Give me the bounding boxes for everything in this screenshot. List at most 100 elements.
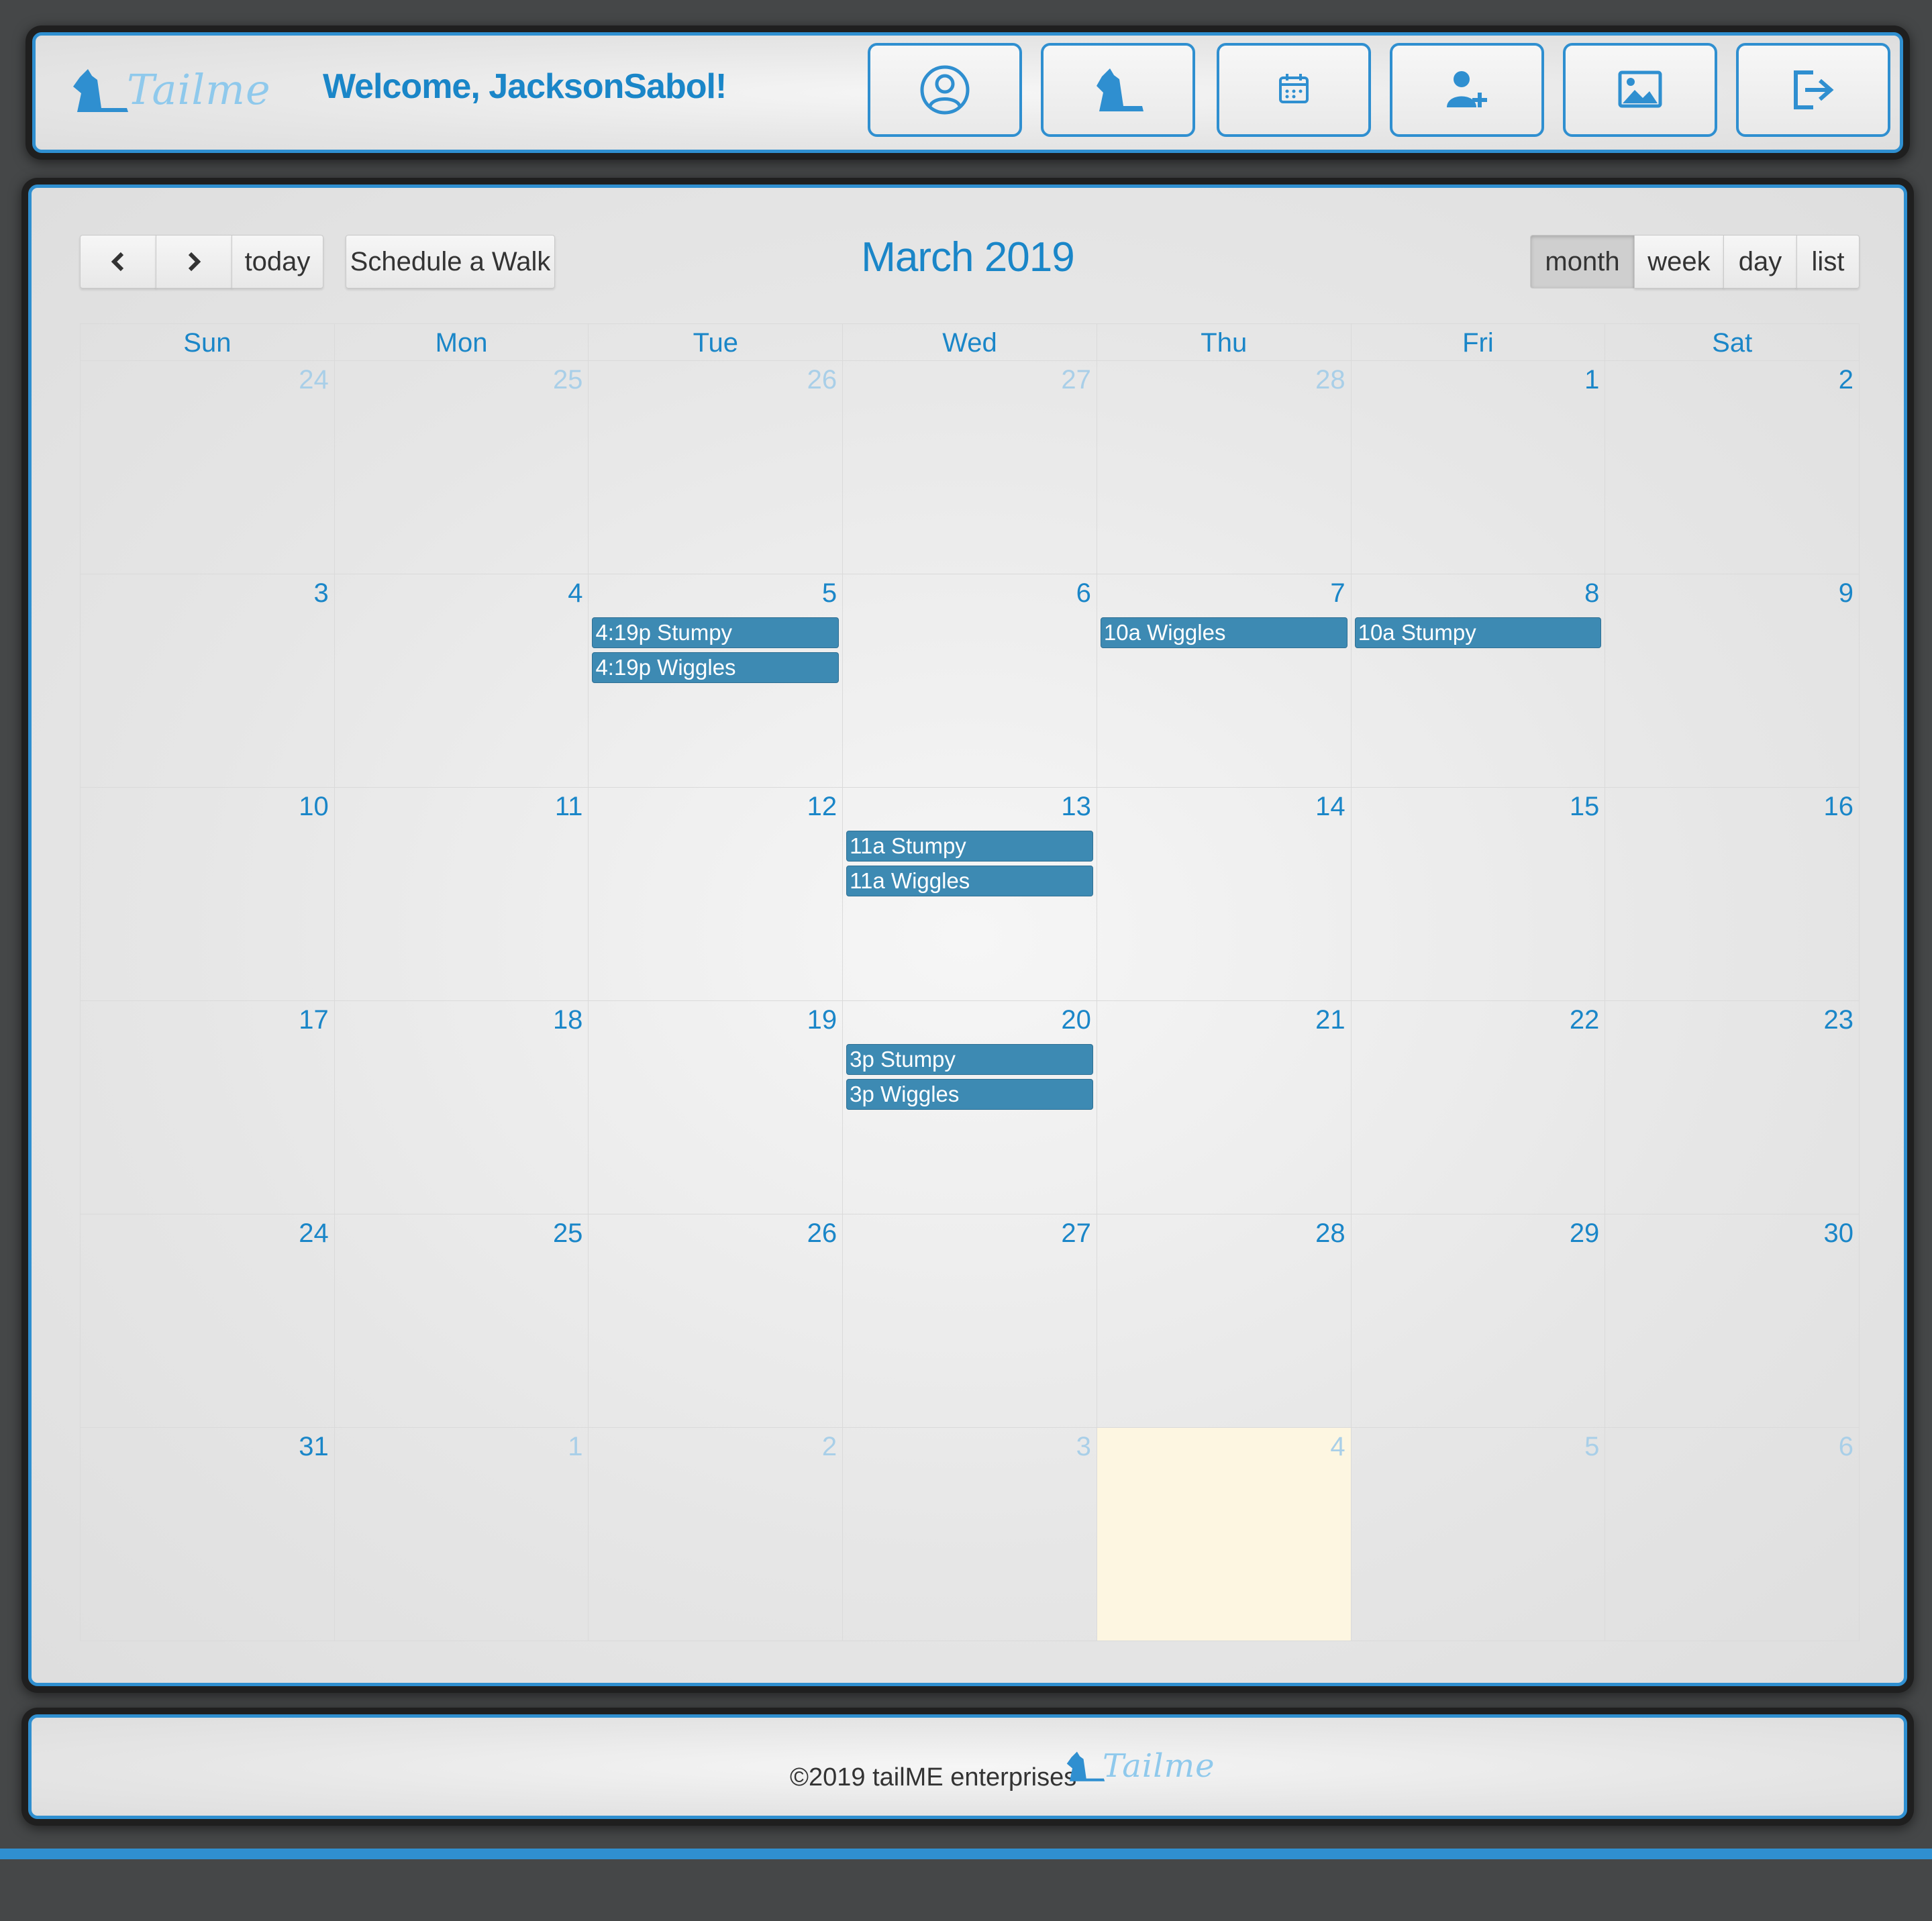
day-number[interactable]: 14 [1315,792,1345,822]
day-number[interactable]: 25 [553,1218,583,1249]
day-cell[interactable]: 28 [1097,361,1352,574]
walk-event[interactable]: 4:19p Wiggles [592,652,840,683]
day-cell[interactable]: 26 [589,361,844,574]
day-cell[interactable]: 21 [1097,1001,1352,1214]
view-week-button[interactable]: week [1634,235,1724,289]
day-cell[interactable]: 5 4:19p Stumpy 4:19p Wiggles [589,574,844,787]
day-cell[interactable]: 28 [1097,1214,1352,1427]
day-cell[interactable]: 27 [843,361,1097,574]
day-number[interactable]: 21 [1315,1005,1345,1035]
day-number[interactable]: 5 [822,578,837,609]
tailme-logo[interactable]: Tailme [70,65,271,114]
day-number[interactable]: 9 [1839,578,1853,609]
day-number[interactable]: 5 [1584,1432,1599,1462]
day-cell[interactable]: 2 [1605,361,1860,574]
day-number[interactable]: 24 [299,1218,329,1249]
day-number[interactable]: 1 [1584,365,1599,395]
view-month-button[interactable]: month [1530,235,1635,289]
walk-event[interactable]: 4:19p Stumpy [592,617,840,648]
calendar-button[interactable] [1217,43,1371,137]
day-number[interactable]: 3 [313,578,328,609]
schedule-walk-button[interactable]: Schedule a Walk [346,235,555,289]
day-cell[interactable]: 10 [81,788,335,1000]
day-number[interactable]: 27 [1061,365,1091,395]
day-number[interactable]: 26 [807,365,837,395]
walk-event[interactable]: 11a Wiggles [846,866,1093,896]
day-number[interactable]: 10 [299,792,329,822]
day-number[interactable]: 17 [299,1005,329,1035]
walk-event[interactable]: 3p Wiggles [846,1079,1093,1110]
day-cell[interactable]: 6 [1605,1428,1860,1641]
day-cell[interactable]: 6 [843,574,1097,787]
day-cell[interactable]: 19 [589,1001,844,1214]
day-cell[interactable]: 30 [1605,1214,1860,1427]
day-number[interactable]: 20 [1061,1005,1091,1035]
day-cell[interactable]: 4 [335,574,589,787]
view-day-button[interactable]: day [1723,235,1797,289]
day-number[interactable]: 4 [568,578,582,609]
day-cell[interactable]: 27 [843,1214,1097,1427]
day-cell[interactable]: 24 [81,1214,335,1427]
day-cell[interactable]: 17 [81,1001,335,1214]
day-number[interactable]: 7 [1330,578,1345,609]
walk-event[interactable]: 10a Stumpy [1354,617,1602,648]
day-number[interactable]: 22 [1570,1005,1600,1035]
day-number[interactable]: 12 [807,792,837,822]
day-number[interactable]: 2 [1839,365,1853,395]
day-cell[interactable]: 18 [335,1001,589,1214]
day-number[interactable]: 28 [1315,1218,1345,1249]
today-button[interactable]: today [232,235,323,289]
day-cell[interactable]: 14 [1097,788,1352,1000]
day-number[interactable]: 2 [822,1432,837,1462]
day-number[interactable]: 13 [1061,792,1091,822]
day-number[interactable]: 6 [1076,578,1091,609]
day-cell[interactable]: 7 10a Wiggles [1097,574,1352,787]
walk-event[interactable]: 3p Stumpy [846,1044,1093,1075]
day-number[interactable]: 11 [555,792,583,822]
day-cell[interactable]: 3 [81,574,335,787]
day-number[interactable]: 24 [299,365,329,395]
day-number[interactable]: 30 [1824,1218,1854,1249]
day-number[interactable]: 1 [568,1432,582,1462]
day-cell[interactable]: 20 3p Stumpy 3p Wiggles [843,1001,1097,1214]
day-number[interactable]: 26 [807,1218,837,1249]
day-number[interactable]: 3 [1076,1432,1091,1462]
day-number[interactable]: 15 [1570,792,1600,822]
day-cell[interactable]: 1 [335,1428,589,1641]
day-cell[interactable]: 8 10a Stumpy [1352,574,1606,787]
logout-button[interactable] [1736,43,1890,137]
day-cell[interactable]: 13 11a Stumpy 11a Wiggles [843,788,1097,1000]
day-cell[interactable]: 16 [1605,788,1860,1000]
day-number[interactable]: 16 [1824,792,1854,822]
day-number[interactable]: 23 [1824,1005,1854,1035]
day-cell[interactable]: 26 [589,1214,844,1427]
day-cell[interactable]: 1 [1352,361,1606,574]
day-cell[interactable]: 2 [589,1428,844,1641]
photos-button[interactable] [1563,43,1717,137]
day-number[interactable]: 29 [1570,1218,1600,1249]
day-cell[interactable]: 24 [81,361,335,574]
day-number[interactable]: 25 [553,365,583,395]
day-cell[interactable]: 29 [1352,1214,1606,1427]
day-cell[interactable]: 9 [1605,574,1860,787]
dogs-button[interactable] [1041,43,1195,137]
view-list-button[interactable]: list [1796,235,1860,289]
day-cell[interactable]: 12 [589,788,844,1000]
day-number[interactable]: 4 [1330,1432,1345,1462]
walk-event[interactable]: 11a Stumpy [846,831,1093,862]
day-cell[interactable]: 5 [1352,1428,1606,1641]
next-month-button[interactable] [156,235,232,289]
add-user-button[interactable] [1390,43,1544,137]
day-cell[interactable]: 22 [1352,1001,1606,1214]
day-number[interactable]: 6 [1839,1432,1853,1462]
day-number[interactable]: 8 [1584,578,1599,609]
day-cell[interactable]: 23 [1605,1001,1860,1214]
day-number[interactable]: 19 [807,1005,837,1035]
day-cell[interactable]: 25 [335,1214,589,1427]
profile-button[interactable] [868,43,1022,137]
day-cell[interactable]: 31 [81,1428,335,1641]
day-number[interactable]: 27 [1061,1218,1091,1249]
day-cell[interactable]: 3 [843,1428,1097,1641]
day-cell-today[interactable]: 4 [1097,1428,1352,1641]
day-number[interactable]: 31 [299,1432,329,1462]
